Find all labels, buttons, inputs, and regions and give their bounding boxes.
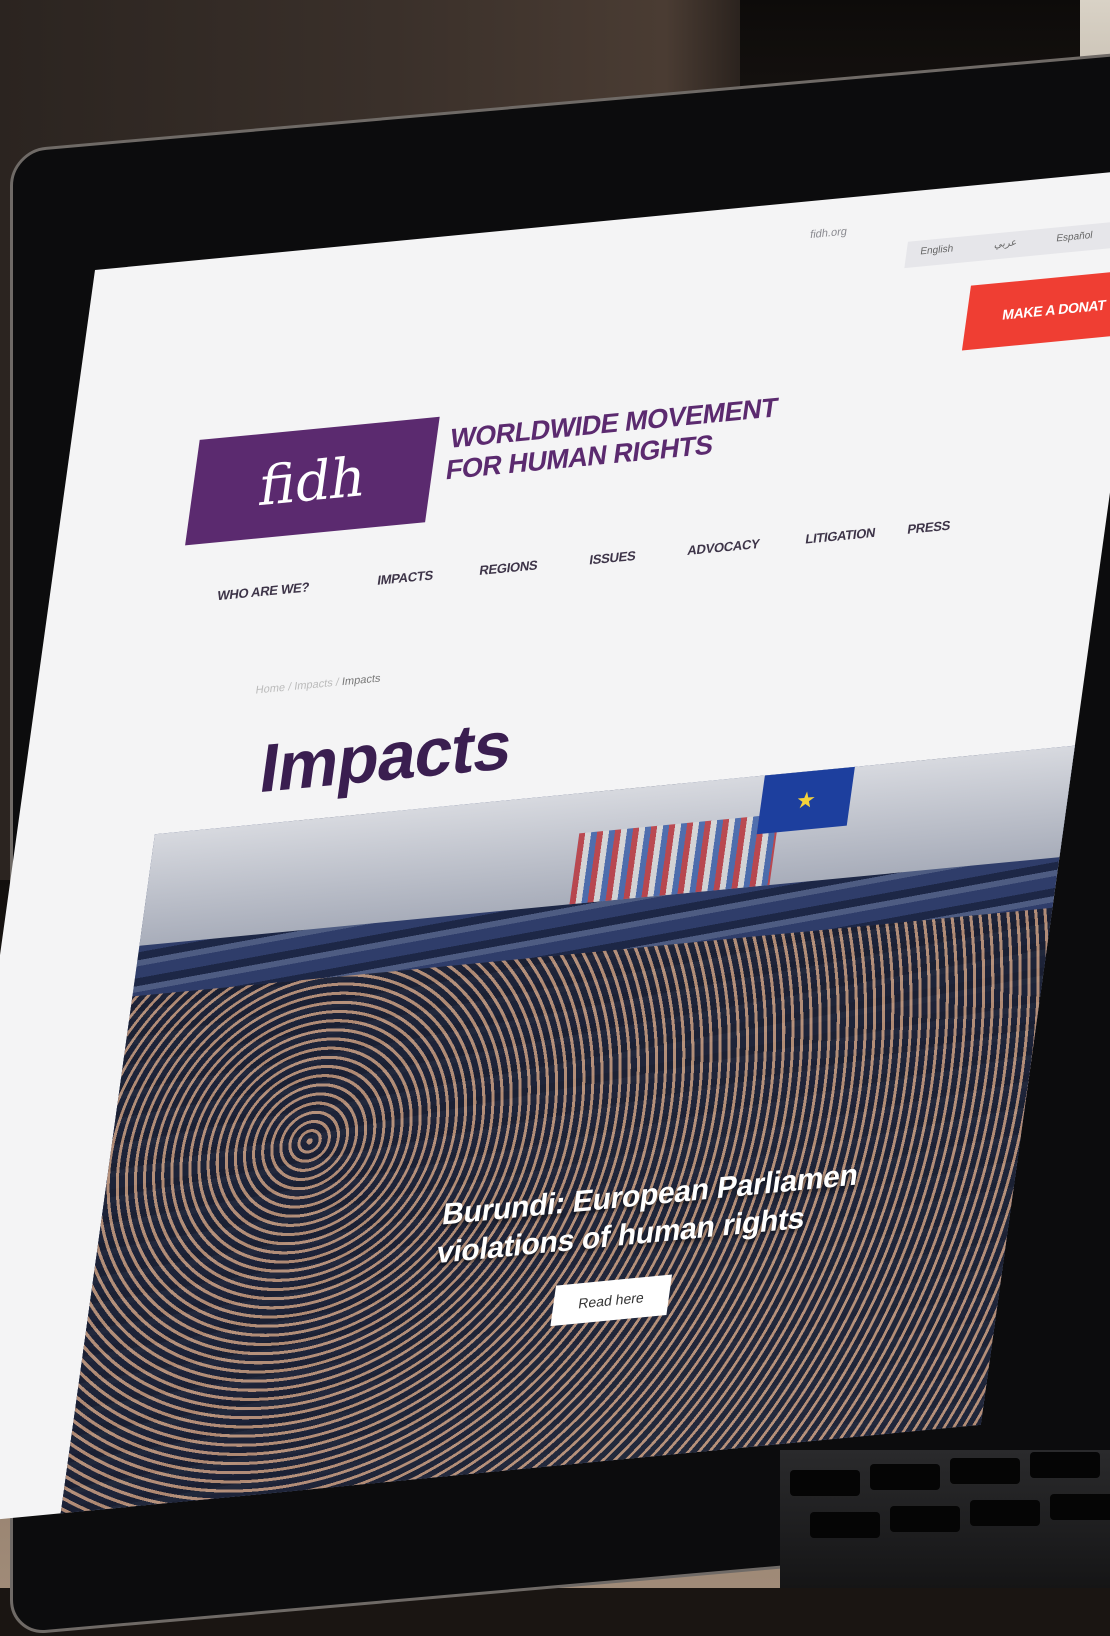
eu-flag-icon: ★ bbox=[756, 766, 855, 835]
nav-litigation[interactable]: LITIGATION bbox=[805, 525, 877, 547]
laptop: fidh.org English عربي Español MAKE A DON… bbox=[0, 0, 1110, 1636]
org-title: WORLDWIDE MOVEMENT FOR HUMAN RIGHTS bbox=[444, 392, 780, 486]
language-bar: English عربي Español bbox=[904, 218, 1110, 269]
keyboard-key bbox=[950, 1458, 1020, 1484]
breadcrumb: Home / Impacts / Impacts bbox=[255, 672, 381, 696]
keyboard-key bbox=[890, 1506, 960, 1532]
keyboard-key bbox=[810, 1512, 880, 1538]
nav-regions[interactable]: REGIONS bbox=[479, 557, 539, 578]
keyboard-key bbox=[870, 1464, 940, 1490]
laptop-screen: fidh.org English عربي Español MAKE A DON… bbox=[0, 167, 1110, 1527]
keyboard-key bbox=[1050, 1494, 1110, 1520]
fidh-logo[interactable]: fidh bbox=[185, 416, 440, 546]
keyboard-key bbox=[1030, 1452, 1100, 1478]
keyboard-key bbox=[970, 1500, 1040, 1526]
lang-spanish[interactable]: Español bbox=[1056, 230, 1094, 245]
nav-press[interactable]: PRESS bbox=[907, 518, 952, 537]
nav-who-are-we[interactable]: WHO ARE WE? bbox=[217, 579, 311, 603]
nav-advocacy[interactable]: ADVOCACY bbox=[687, 536, 761, 558]
keyboard bbox=[780, 1450, 1110, 1588]
page-title: Impacts bbox=[255, 706, 516, 808]
breadcrumb-trail[interactable]: Home / Impacts / bbox=[255, 676, 343, 696]
nav-impacts[interactable]: IMPACTS bbox=[377, 567, 435, 588]
browser-url[interactable]: fidh.org bbox=[809, 226, 847, 242]
hero-image[interactable]: ★ Burundi: European Parliamen violations… bbox=[56, 737, 1110, 1527]
lang-english[interactable]: English bbox=[920, 243, 954, 257]
keyboard-key bbox=[790, 1470, 860, 1496]
breadcrumb-current: Impacts bbox=[341, 672, 382, 689]
lang-arabic[interactable]: عربي bbox=[994, 237, 1018, 250]
nav-issues[interactable]: ISSUES bbox=[589, 548, 637, 568]
donate-button[interactable]: MAKE A DONAT bbox=[961, 266, 1110, 351]
